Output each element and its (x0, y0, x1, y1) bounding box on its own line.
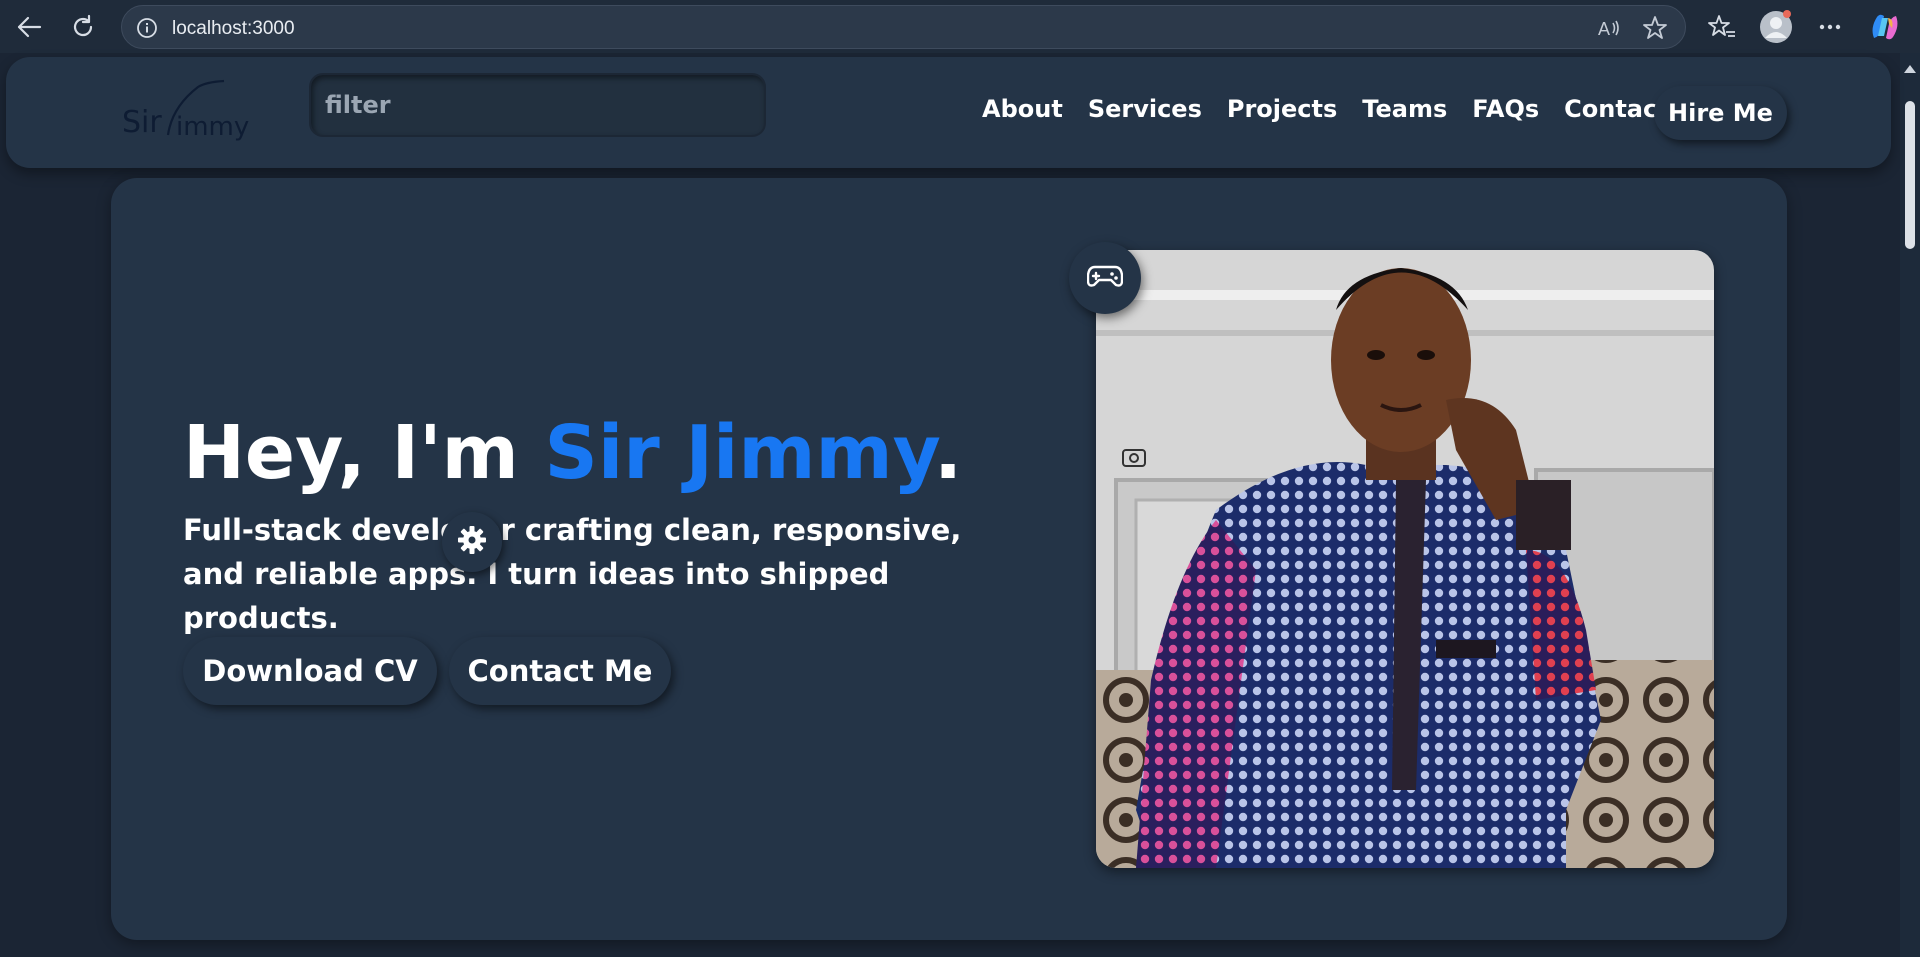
nav-link-contact[interactable]: Contact (1564, 95, 1669, 123)
nav-links: About Services Projects Teams FAQs Conta… (982, 95, 1694, 123)
settings-button[interactable] (442, 512, 502, 572)
profile-icon[interactable] (1759, 10, 1793, 44)
address-bar[interactable]: localhost:3000 A (121, 5, 1686, 49)
read-aloud-icon[interactable]: A (1596, 15, 1622, 45)
browser-toolbar: localhost:3000 A (0, 0, 1920, 53)
star-icon[interactable] (1642, 15, 1668, 45)
copilot-icon[interactable] (1868, 10, 1902, 44)
nav-link-teams[interactable]: Teams (1362, 95, 1447, 123)
nav-link-about[interactable]: About (982, 95, 1063, 123)
site-navbar: Sir immy About Services Projects Teams F… (6, 57, 1891, 168)
favorites-icon[interactable] (1705, 10, 1739, 44)
hero-subtitle: Full-stack developer crafting clean, res… (183, 513, 962, 635)
nav-link-projects[interactable]: Projects (1227, 95, 1337, 123)
hero-title-suffix: . (934, 410, 963, 496)
url-text[interactable]: localhost:3000 (172, 18, 295, 40)
filter-input[interactable] (309, 73, 766, 137)
info-icon[interactable] (136, 17, 158, 43)
refresh-icon[interactable] (66, 10, 100, 44)
nav-link-services[interactable]: Services (1088, 95, 1202, 123)
hero-title-name: Sir Jimmy (544, 410, 935, 496)
hire-me-button[interactable]: Hire Me (1654, 86, 1787, 140)
svg-text:immy: immy (176, 112, 249, 142)
back-arrow-icon[interactable] (12, 10, 46, 44)
more-icon[interactable] (1813, 10, 1847, 44)
hero-section: Hey, I'm Sir Jimmy. Full-stack developer… (111, 178, 1787, 940)
profile-photo (1096, 250, 1714, 868)
svg-text:Sir: Sir (122, 105, 162, 140)
scroll-thumb[interactable] (1905, 101, 1915, 249)
contact-me-button[interactable]: Contact Me (449, 637, 671, 705)
svg-text:A: A (1598, 19, 1610, 39)
hero-title-prefix: Hey, I'm (183, 410, 545, 496)
page-scrollbar[interactable] (1900, 53, 1920, 957)
gear-icon (457, 525, 487, 559)
gamepad-icon (1086, 263, 1124, 293)
game-button[interactable] (1069, 242, 1141, 314)
scroll-up-arrow[interactable] (1904, 65, 1916, 73)
nav-link-faqs[interactable]: FAQs (1472, 95, 1539, 123)
hero-title: Hey, I'm Sir Jimmy. (183, 410, 962, 496)
download-cv-button[interactable]: Download CV (183, 637, 437, 705)
site-logo[interactable]: Sir immy (116, 77, 266, 151)
